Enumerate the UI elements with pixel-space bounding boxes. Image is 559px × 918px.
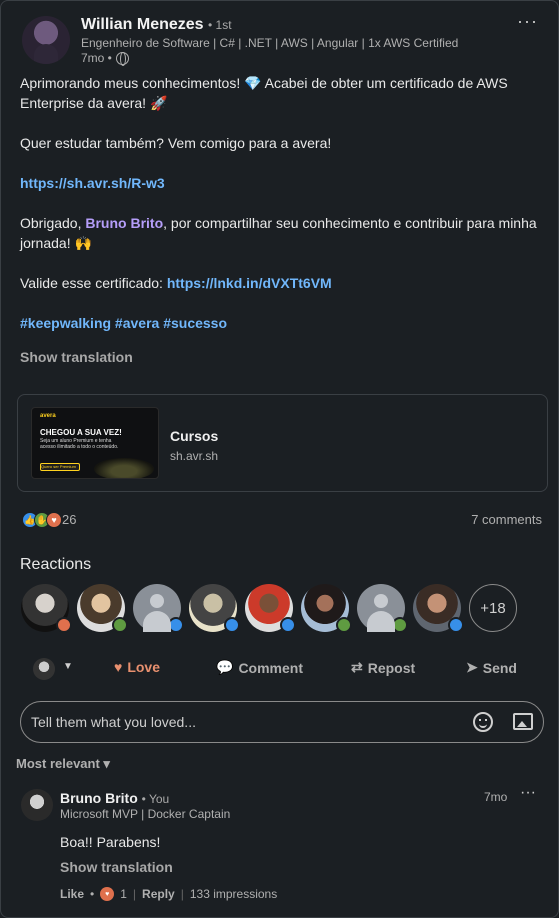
- reactor-avatar[interactable]: [413, 584, 464, 633]
- repost-button[interactable]: ⇄ Repost: [351, 659, 415, 676]
- reactor-avatar[interactable]: [77, 584, 128, 633]
- love-icon: ♥: [46, 512, 62, 528]
- commenter-headline: Microsoft MVP | Docker Captain: [60, 807, 231, 821]
- comment-actions: Like • ♥ 1 | Reply | 133 impressions: [60, 887, 277, 901]
- comment-like-button[interactable]: Like: [60, 887, 84, 901]
- comment-box: [20, 701, 544, 743]
- sort-dropdown[interactable]: Most relevant ▾: [16, 756, 110, 772]
- comment-time: 7mo: [484, 790, 508, 804]
- commenter-name[interactable]: Bruno Brito • You: [60, 790, 169, 806]
- love-icon: ♥: [100, 887, 115, 901]
- love-icon: [56, 617, 72, 633]
- reactors-list: +18: [21, 584, 517, 633]
- link-preview-url: sh.avr.sh: [170, 449, 219, 463]
- send-icon: ➤: [466, 659, 478, 675]
- link-preview-title[interactable]: Cursos: [170, 428, 218, 444]
- separator-dot: •: [90, 887, 95, 901]
- post-paragraph: Quer estudar também? Vem comigo para a a…: [20, 135, 332, 151]
- comments-count[interactable]: 7 comments: [471, 512, 542, 527]
- more-options-button[interactable]: ···: [517, 11, 538, 32]
- like-icon: [168, 617, 184, 633]
- repost-icon: ⇄: [351, 659, 363, 675]
- comment-button[interactable]: 💬 Comment: [216, 659, 303, 676]
- send-label: Send: [482, 659, 517, 676]
- reaction-summary-icons[interactable]: 👍 ✋ ♥: [22, 512, 62, 528]
- divider: |: [132, 887, 137, 901]
- raised-hands-icon: 🙌: [74, 235, 92, 251]
- show-translation-button[interactable]: Show translation: [20, 349, 133, 365]
- reactor-avatar[interactable]: [133, 584, 184, 633]
- mention-link[interactable]: Bruno Brito: [85, 215, 163, 231]
- reactor-avatar[interactable]: [21, 584, 72, 633]
- you-label: • You: [141, 792, 170, 806]
- comment-reply-button[interactable]: Reply: [142, 887, 175, 901]
- reactor-avatar[interactable]: [357, 584, 408, 633]
- emoji-icon[interactable]: [473, 712, 493, 732]
- hashtags[interactable]: #keepwalking #avera #sucesso: [20, 315, 227, 331]
- link-preview-card[interactable]: avera CHEGOU A SUA VEZ! Seja um aluno Pr…: [17, 394, 548, 492]
- reactor-avatar[interactable]: [301, 584, 352, 633]
- post-paragraph: Valide esse certificado: https://lnkd.in…: [20, 273, 540, 293]
- like-icon: [448, 617, 464, 633]
- post-card: Willian Menezes • 1st Engenheiro de Soft…: [0, 0, 559, 918]
- post-text: Obrigado,: [20, 215, 86, 231]
- thumbnail-brand: avera: [40, 413, 56, 419]
- comment-show-translation-button[interactable]: Show translation: [60, 859, 173, 875]
- reaction-count[interactable]: 26: [62, 512, 76, 527]
- comment-impressions[interactable]: 133 impressions: [190, 887, 277, 901]
- divider: |: [180, 887, 184, 901]
- comment-text: Boa!! Parabens!: [60, 834, 161, 850]
- comment-love-count[interactable]: 1: [120, 887, 127, 901]
- post-paragraph: Aprimorando meus conhecimentos! 💎 Acabei…: [20, 73, 540, 113]
- post-paragraph: Obrigado, Bruno Brito, por compartilhar …: [20, 213, 540, 253]
- author-avatar[interactable]: [22, 16, 70, 64]
- chevron-down-icon[interactable]: ▼: [63, 661, 73, 672]
- commenter-name-text[interactable]: Bruno Brito: [60, 790, 138, 806]
- repost-label: Repost: [367, 659, 416, 676]
- thumbnail-title: CHEGOU A SUA VEZ!: [40, 428, 122, 437]
- author-name[interactable]: Willian Menezes • 1st: [81, 16, 232, 34]
- action-bar: ▼ ♥ Love 💬 Comment ⇄ Repost ➤ Send: [1, 653, 558, 685]
- commenter-avatar[interactable]: [21, 789, 53, 821]
- author-headline: Engenheiro de Software | C# | .NET | AWS…: [81, 36, 459, 50]
- send-button[interactable]: ➤ Send: [466, 659, 517, 676]
- support-icon: [392, 617, 408, 633]
- thumbnail-art: [94, 458, 154, 478]
- post-time: 7mo •: [81, 51, 112, 65]
- comment-icon: 💬: [216, 659, 234, 675]
- post-meta: 7mo •: [81, 51, 129, 66]
- thumbnail-subtitle: Seja um aluno Premium e tenha acesso ili…: [40, 438, 119, 450]
- thumbnail-button: Quero ser Premium: [40, 463, 80, 471]
- reactor-avatar[interactable]: [245, 584, 296, 633]
- post-text: Valide esse certificado:: [20, 275, 167, 291]
- rocket-icon: 🚀: [149, 95, 168, 111]
- love-label: Love: [127, 659, 160, 675]
- gem-icon: 💎: [244, 75, 262, 91]
- like-icon: [224, 617, 240, 633]
- globe-icon: [115, 51, 129, 66]
- certificate-link[interactable]: https://lnkd.in/dVXTt6VM: [167, 275, 332, 291]
- post-body: Aprimorando meus conhecimentos! 💎 Acabei…: [20, 73, 540, 353]
- support-icon: [112, 617, 128, 633]
- image-icon[interactable]: [513, 713, 533, 730]
- comment-input[interactable]: [31, 712, 451, 732]
- comment-more-button[interactable]: ···: [520, 784, 536, 802]
- actor-avatar[interactable]: [33, 658, 55, 680]
- post-paragraph: https://sh.avr.sh/R-w3: [20, 173, 540, 193]
- comment-label: Comment: [238, 659, 303, 676]
- support-icon: [336, 617, 352, 633]
- post-paragraph: #keepwalking #avera #sucesso: [20, 313, 540, 333]
- like-icon: [280, 617, 296, 633]
- love-icon: ♥: [114, 659, 123, 675]
- post-link[interactable]: https://sh.avr.sh/R-w3: [20, 175, 165, 191]
- love-button[interactable]: ♥ Love: [114, 659, 160, 675]
- link-preview-thumbnail[interactable]: avera CHEGOU A SUA VEZ! Seja um aluno Pr…: [31, 407, 159, 479]
- connection-degree: • 1st: [208, 18, 232, 32]
- reactor-avatar[interactable]: [189, 584, 240, 633]
- more-reactors-button[interactable]: +18: [469, 584, 517, 632]
- reactions-heading: Reactions: [20, 556, 92, 573]
- author-name-text[interactable]: Willian Menezes: [81, 16, 204, 33]
- post-text: Aprimorando meus conhecimentos!: [20, 75, 245, 91]
